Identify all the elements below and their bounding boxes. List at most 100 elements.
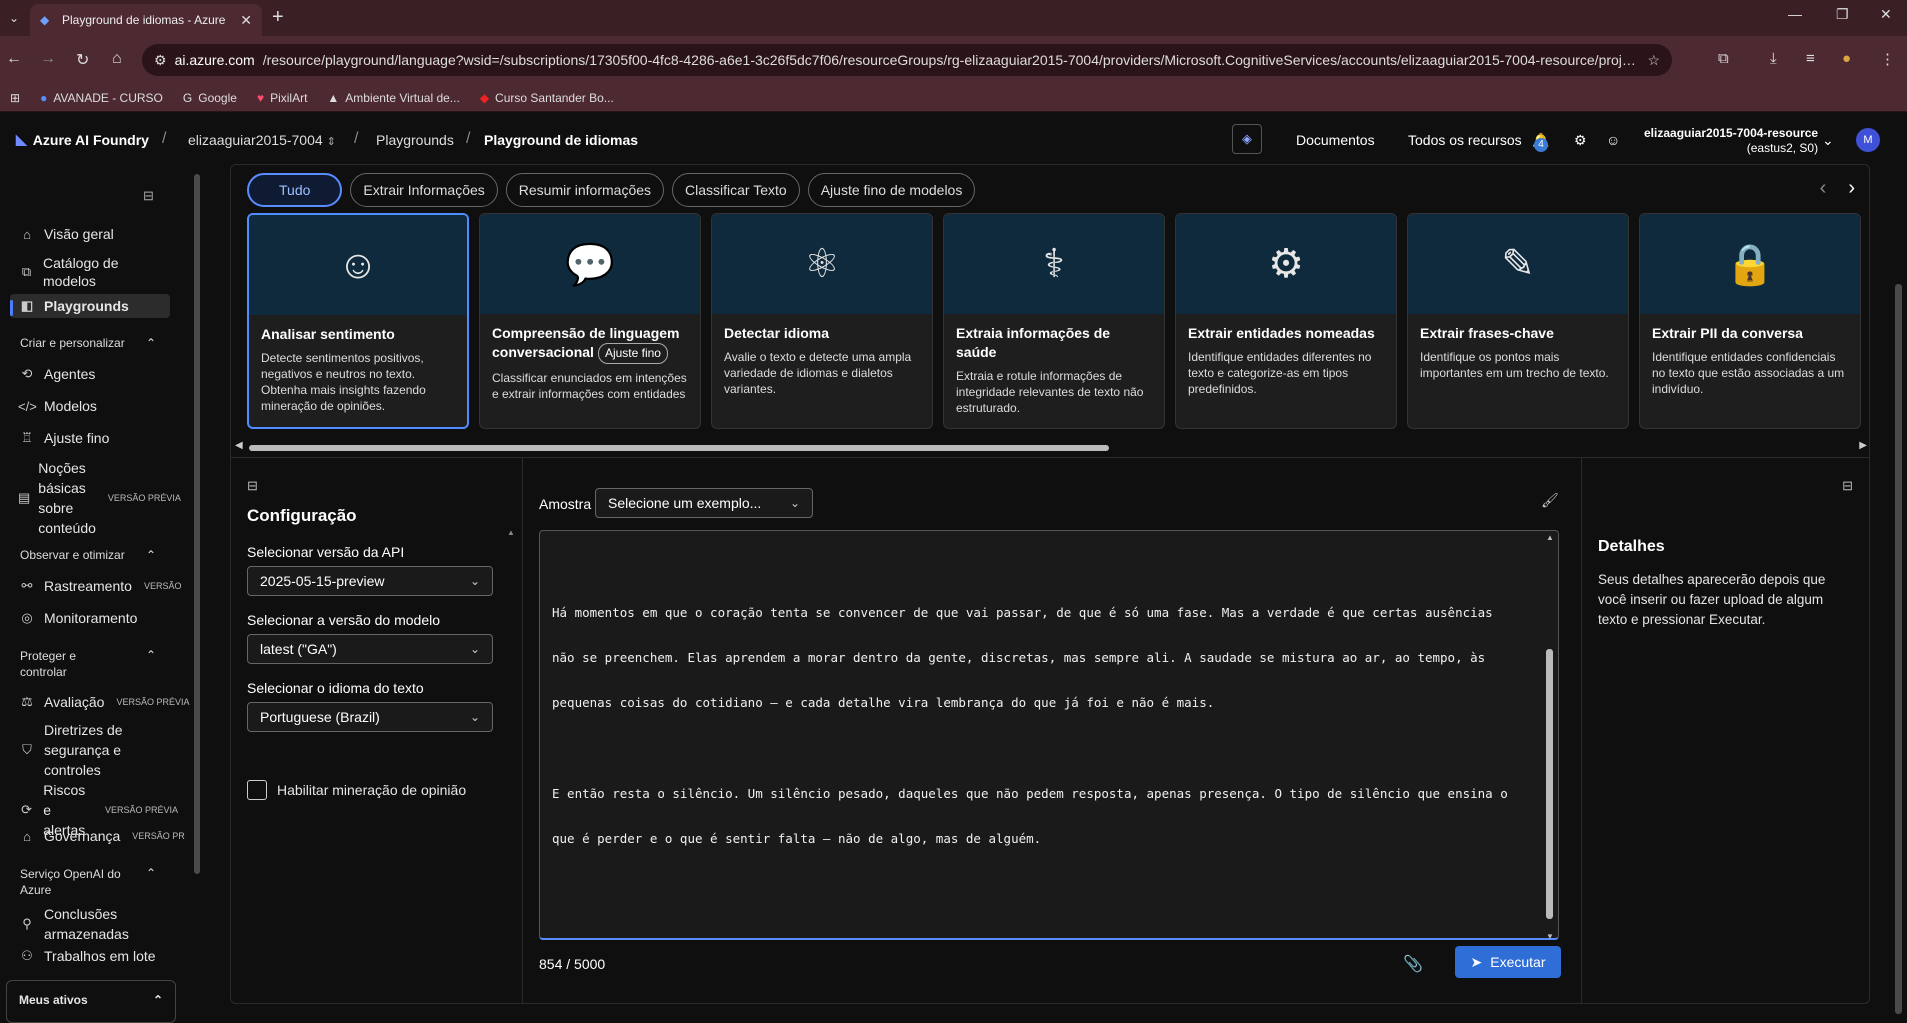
section-create[interactable]: Criar e personalizar ⌃ bbox=[20, 336, 156, 350]
filter-all[interactable]: Tudo bbox=[247, 173, 343, 207]
settings-icon[interactable]: ⚙ bbox=[1574, 132, 1587, 149]
url-field[interactable]: ⚙ ai.azure.com/resource/playground/langu… bbox=[142, 44, 1672, 76]
sidebar-item-agents[interactable]: ⟲ Agentes bbox=[18, 366, 96, 382]
card-title: Compreensão de linguagem conversacional A… bbox=[480, 314, 700, 364]
project-selector[interactable]: elizaaguiar2015-7004 ⇕ bbox=[188, 132, 336, 148]
back-icon[interactable]: ← bbox=[6, 50, 22, 68]
language-select[interactable]: Portuguese (Brazil) ⌄ bbox=[247, 702, 493, 732]
collapse-panel-icon[interactable]: ⊟ bbox=[247, 478, 258, 494]
collapse-sidebar-icon[interactable]: ⊟ bbox=[143, 188, 154, 204]
scroll-left-icon[interactable]: ◀ bbox=[235, 440, 243, 451]
browser-menu-icon[interactable]: ⋮ bbox=[1880, 50, 1895, 68]
chevron-left-icon[interactable]: ‹ bbox=[1820, 177, 1827, 200]
text-input-area[interactable]: Há momentos em que o coração tenta se co… bbox=[539, 530, 1559, 941]
card-desc: Avalie o texto e detecte uma ampla varie… bbox=[724, 350, 912, 396]
sidebar-item-finetune[interactable]: ♖ Ajuste fino bbox=[18, 430, 109, 446]
card-pii[interactable]: 🔒 Extrair PII da conversa Identifique en… bbox=[1639, 213, 1861, 429]
download-icon[interactable]: ⤓ bbox=[1770, 50, 1777, 67]
browser-tab[interactable]: ◆ Playground de idiomas - Azure ✕ bbox=[30, 4, 262, 36]
chevron-right-icon[interactable]: › bbox=[1848, 177, 1855, 200]
filter-summarize[interactable]: Resumir informações bbox=[505, 173, 665, 207]
profile-icon[interactable]: ● bbox=[1842, 50, 1851, 67]
scroll-down-icon[interactable]: ▼ bbox=[1546, 932, 1554, 941]
sidebar-item-monitoring[interactable]: ◎ Monitoramento bbox=[18, 610, 137, 626]
sidebar-item-batch[interactable]: ⚇ Trabalhos em lote bbox=[18, 948, 155, 964]
attach-icon[interactable]: 📎 bbox=[1403, 954, 1423, 974]
api-version-select[interactable]: 2025-05-15-preview ⌄ bbox=[247, 566, 493, 596]
minimize-icon[interactable]: — bbox=[1788, 6, 1802, 22]
brand[interactable]: ◣ Azure AI Foundry bbox=[16, 131, 149, 148]
bookmark-google[interactable]: G Google bbox=[183, 91, 237, 105]
card-health[interactable]: ⚕ Extraia informações de saúde Extraia e… bbox=[943, 213, 1165, 429]
filter-finetune[interactable]: Ajuste fino de modelos bbox=[807, 173, 976, 207]
filter-extract[interactable]: Extrair Informações bbox=[350, 173, 498, 207]
sidebar-item-governance[interactable]: ⌂ Governança VERSÃO PR bbox=[18, 828, 185, 844]
sidebar-item-content-basics[interactable]: ▤ Noções básicas sobre conteúdo VERSÃO PRÉ… bbox=[18, 458, 181, 538]
account-info[interactable]: elizaaguiar2015-7004-resource (eastus2, … bbox=[1644, 126, 1818, 156]
all-resources-link[interactable]: Todos os recursos bbox=[1408, 132, 1522, 148]
checkbox-box[interactable] bbox=[247, 780, 267, 800]
scroll-up-icon[interactable]: ▲ bbox=[1546, 533, 1554, 542]
scroll-thumb[interactable] bbox=[1546, 649, 1553, 919]
card-keyphrases[interactable]: ✎ Extrair frases-chave Identifique os po… bbox=[1407, 213, 1629, 429]
apps-grid-icon[interactable]: ⊞ bbox=[10, 91, 20, 105]
tab-close-icon[interactable]: ✕ bbox=[240, 12, 252, 29]
config-scrollbar[interactable]: ▲ bbox=[507, 528, 515, 978]
card-ner[interactable]: ⚙ Extrair entidades nomeadas Identifique… bbox=[1175, 213, 1397, 429]
cards-scrollbar[interactable]: ◀ ▶ bbox=[235, 440, 1867, 453]
new-tab-icon[interactable]: + bbox=[272, 6, 284, 29]
docs-link[interactable]: Documentos bbox=[1296, 132, 1375, 148]
send-icon: ➤ bbox=[1470, 953, 1483, 970]
my-assets-section[interactable]: Meus ativos ⌃ bbox=[6, 980, 176, 1023]
close-window-icon[interactable]: ✕ bbox=[1880, 6, 1892, 23]
reload-icon[interactable]: ↻ bbox=[76, 50, 89, 70]
bookmark-avanade[interactable]: ● AVANADE - CURSO bbox=[40, 91, 163, 105]
tab-search-chevron-icon[interactable]: ⌄ bbox=[4, 8, 24, 28]
scroll-thumb[interactable] bbox=[249, 445, 1109, 451]
sidebar-scrollbar[interactable] bbox=[193, 164, 201, 874]
playground-icon: ◧ bbox=[20, 298, 34, 313]
sample-select[interactable]: Selecione um exemplo... ⌄ bbox=[595, 488, 813, 518]
card-clu[interactable]: 💬 Compreensão de linguagem conversaciona… bbox=[479, 213, 701, 429]
site-info-icon[interactable]: ⚙ bbox=[154, 52, 167, 69]
bookmark-star-icon[interactable]: ☆ bbox=[1647, 52, 1660, 69]
scroll-thumb[interactable] bbox=[194, 174, 200, 874]
sidebar-item-tracing[interactable]: ⚯ Rastreamento VERSÃO bbox=[18, 578, 182, 594]
bookmark-santander[interactable]: ◆ Curso Santander Bo... bbox=[480, 91, 614, 105]
text-scrollbar[interactable]: ▲ ▼ bbox=[1546, 533, 1554, 941]
page-scrollbar[interactable] bbox=[1895, 164, 1903, 1023]
account-chevron-icon[interactable]: ⌄ bbox=[1822, 132, 1834, 149]
home-icon[interactable]: ⌂ bbox=[112, 50, 122, 68]
scroll-right-icon[interactable]: ▶ bbox=[1859, 440, 1867, 451]
model-version-select[interactable]: latest ("GA") ⌄ bbox=[247, 634, 493, 664]
scroll-thumb[interactable] bbox=[1895, 284, 1902, 1014]
forward-icon[interactable]: → bbox=[40, 50, 56, 68]
bookmark-pixilart[interactable]: ♥ PixilArt bbox=[257, 91, 307, 105]
opinion-mining-checkbox[interactable]: Habilitar mineração de opinião bbox=[247, 780, 466, 800]
sidebar-item-models[interactable]: </> Modelos bbox=[18, 398, 97, 414]
sidebar-item-overview[interactable]: ⌂ Visão geral bbox=[18, 226, 114, 242]
restore-icon[interactable]: ❐ bbox=[1836, 6, 1849, 23]
section-observe[interactable]: Observar e otimizar ⌃ bbox=[20, 548, 156, 562]
reading-list-icon[interactable]: ≡ bbox=[1806, 50, 1815, 67]
sidebar-item-evaluation[interactable]: ⚖ Avaliação VERSÃO PRÉVIA bbox=[18, 694, 189, 710]
card-language-detect[interactable]: ⚛ Detectar idioma Avalie o texto e detec… bbox=[711, 213, 933, 429]
bookmark-ambiente[interactable]: ▲ Ambiente Virtual de... bbox=[327, 91, 459, 105]
sidebar-item-guidelines[interactable]: ⛉ Diretrizes de segurança e controles bbox=[18, 720, 168, 780]
run-button[interactable]: ➤ Executar bbox=[1455, 946, 1561, 978]
sidebar-item-playgrounds[interactable]: ◧ Playgrounds bbox=[10, 294, 170, 318]
feedback-smiley-icon[interactable]: ☺ bbox=[1606, 132, 1620, 148]
avatar[interactable]: M bbox=[1856, 128, 1880, 152]
sidebar-item-stored[interactable]: ⚲ Conclusões armazenadas bbox=[18, 904, 168, 944]
section-openai[interactable]: Serviço OpenAI do Azure ⌃ bbox=[20, 866, 156, 898]
collapse-details-icon[interactable]: ⊟ bbox=[1842, 478, 1853, 494]
copilot-icon[interactable]: ◈ bbox=[1232, 124, 1262, 154]
clear-brush-icon[interactable]: 🖌 bbox=[1541, 492, 1559, 509]
filter-classify[interactable]: Classificar Texto bbox=[672, 173, 800, 207]
sidebar-item-catalog[interactable]: ⧉ Catálogo de modelos bbox=[18, 254, 168, 290]
sidebar-item-label: Agentes bbox=[44, 366, 96, 382]
crumb-playgrounds[interactable]: Playgrounds bbox=[376, 132, 454, 148]
extensions-icon[interactable]: ⧉ bbox=[1718, 50, 1729, 67]
section-protect[interactable]: Proteger e controlar ⌃ bbox=[20, 648, 156, 680]
card-sentiment[interactable]: ☺ Analisar sentimento Detecte sentimento… bbox=[247, 213, 469, 429]
